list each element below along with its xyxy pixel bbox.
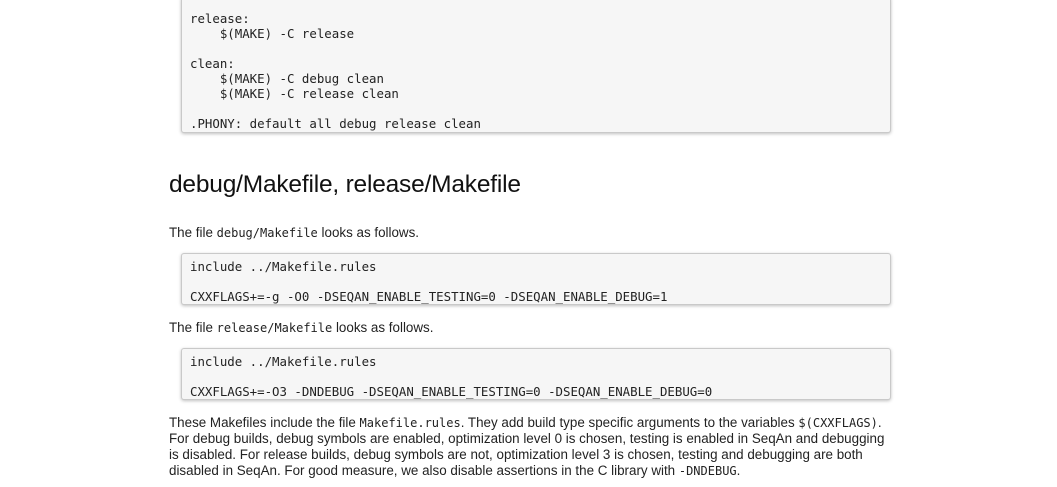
code-line: include ../Makefile.rules [190, 259, 377, 274]
inline-code: Makefile.rules [359, 416, 461, 430]
inline-code: debug/Makefile [216, 226, 318, 240]
paragraph-text: . [736, 463, 741, 478]
paragraph-text: The file [169, 320, 217, 335]
inline-code: release/Makefile [216, 321, 333, 335]
code-content: include ../Makefile.rules CXXFLAGS+=-g -O… [182, 254, 890, 304]
code-line: include ../Makefile.rules [190, 354, 377, 369]
paragraph-text: These Makefiles include the file [169, 415, 360, 430]
paragraph-text: . They add build type specific arguments… [460, 415, 799, 430]
code-line: $(MAKE) -C debug clean [190, 71, 384, 86]
code-line: $(MAKE) -C release clean [190, 86, 399, 101]
code-content: include ../Makefile.rules CXXFLAGS+=-O3 -… [182, 349, 890, 399]
code-content: release: $(MAKE) -C release clean: $(MAKE… [182, 0, 890, 131]
paragraph-explanation: These Makefiles include the file Makefil… [169, 415, 894, 479]
paragraph-text: The file [169, 225, 217, 240]
code-block-debug-makefile: include ../Makefile.rules CXXFLAGS+=-g -O… [181, 253, 891, 305]
code-line: clean: [190, 56, 235, 71]
paragraph-debug-makefile: The file debug/Makefile looks as follows… [169, 225, 894, 241]
inline-code: $(CXXFLAGS) [798, 416, 878, 430]
code-block-toplevel-makefile: release: $(MAKE) -C release clean: $(MAKE… [181, 0, 891, 133]
code-line: CXXFLAGS+=-g -O0 -DSEQAN_ENABLE_TESTING=… [190, 289, 668, 304]
code-line: .PHONY: default all debug release clean [190, 116, 481, 131]
code-line: $(MAKE) -C release [190, 26, 355, 41]
paragraph-text: looks as follows. [332, 320, 434, 335]
code-line: release: [190, 11, 250, 26]
code-line: CXXFLAGS+=-O3 -DNDEBUG -DSEQAN_ENABLE_TE… [190, 384, 713, 399]
code-block-release-makefile: include ../Makefile.rules CXXFLAGS+=-O3 -… [181, 348, 891, 400]
paragraph-release-makefile: The file release/Makefile looks as follo… [169, 320, 894, 336]
section-heading: debug/Makefile, release/Makefile [169, 171, 521, 198]
inline-code: -DNDEBUG [678, 464, 737, 478]
paragraph-text: looks as follows. [317, 225, 420, 240]
